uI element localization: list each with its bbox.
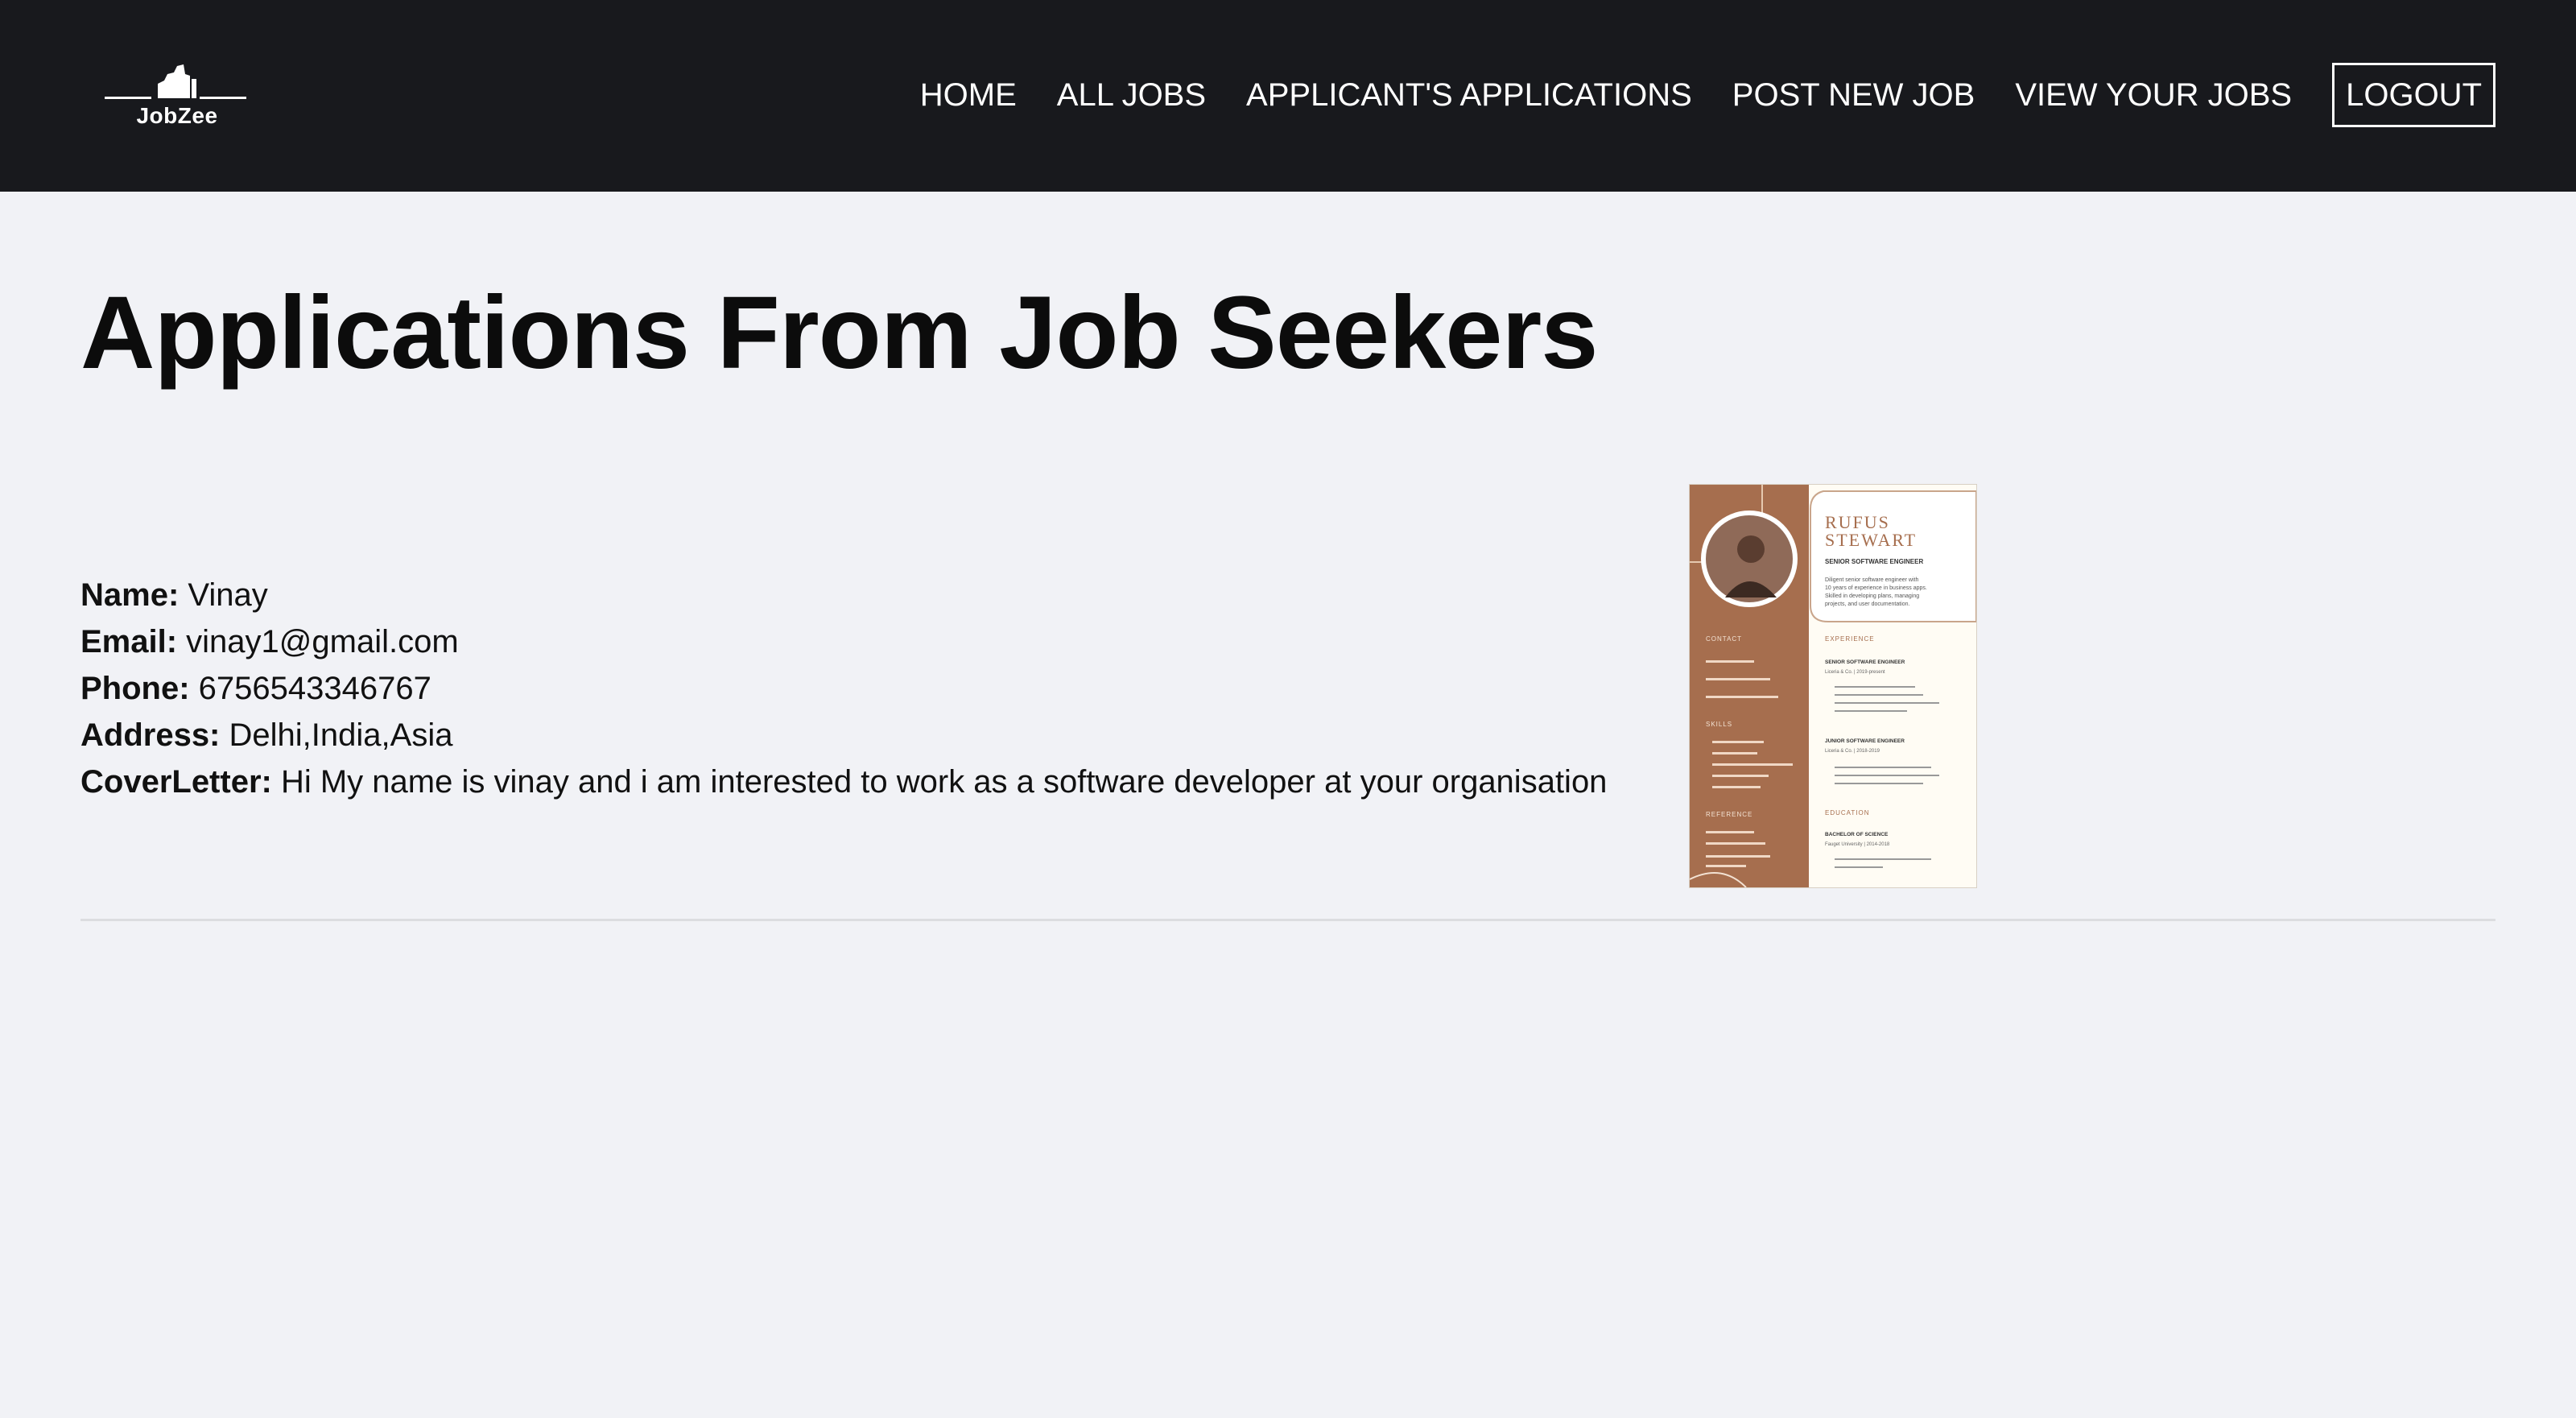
logout-button[interactable]: LOGOUT [2332,63,2496,127]
logo-text: JobZee [136,103,218,128]
resume-summary-4: projects, and user documentation. [1825,602,1910,607]
email-label: Email: [80,624,178,659]
application-card: Name: Vinay Email: vinay1@gmail.com Phon… [80,483,2496,921]
address-label: Address: [80,717,221,753]
logo-icon [105,64,246,99]
resume-summary-2: 10 years of experience in business apps. [1825,585,1927,591]
main-nav: HOME ALL JOBS APPLICANT'S APPLICATIONS P… [880,63,2496,127]
jobzee-logo[interactable]: JobZee [105,63,250,132]
resume-contact-heading: CONTACT [1706,635,1742,643]
resume-job1-title: SENIOR SOFTWARE ENGINEER [1825,659,1905,665]
resume-job1-meta: Liceria & Co. | 2019-present [1825,670,1885,675]
divider [80,919,2496,921]
name-value: Vinay [188,577,268,613]
resume-education-heading: EDUCATION [1825,809,1870,816]
resume-school: Fauget University | 2014-2018 [1825,842,1890,847]
nav-view-your-jobs[interactable]: VIEW YOUR JOBS [2015,77,2292,114]
nav-applicants-applications[interactable]: APPLICANT'S APPLICATIONS [1246,77,1692,114]
cover-letter-value: Hi My name is vinay and i am interested … [280,764,1608,800]
name-label: Name: [80,577,180,613]
phone-label: Phone: [80,671,190,706]
resume-experience-heading: EXPERIENCE [1825,635,1875,643]
resume-role: SENIOR SOFTWARE ENGINEER [1825,558,1923,565]
resume-name-line2: STEWART [1825,530,1917,550]
detail-name: Name: Vinay [80,572,1607,618]
phone-value: 6756543346767 [198,671,431,706]
detail-cover-letter: CoverLetter: Hi My name is vinay and i a… [80,759,1607,805]
detail-email: Email: vinay1@gmail.com [80,618,1607,665]
resume-image[interactable]: RUFUS STEWART SENIOR SOFTWARE ENGINEER D… [1690,485,1976,887]
address-value: Delhi,India,Asia [229,717,453,753]
resume-job2-meta: Liceria & Co. | 2018-2019 [1825,749,1880,754]
cover-letter-label: CoverLetter: [80,764,272,800]
email-value: vinay1@gmail.com [186,624,459,659]
resume-job2-title: JUNIOR SOFTWARE ENGINEER [1825,738,1905,744]
page-title: Applications From Job Seekers [80,275,1598,391]
detail-address: Address: Delhi,India,Asia [80,712,1607,759]
nav-post-new-job[interactable]: POST NEW JOB [1732,77,1975,114]
resume-summary-3: Skilled in developing plans, managing [1825,593,1919,599]
resume-skills-heading: SKILLS [1706,721,1732,728]
resume-thumbnail: RUFUS STEWART SENIOR SOFTWARE ENGINEER D… [1690,485,1976,887]
resume-summary-1: Diligent senior software engineer with [1825,577,1918,583]
detail-phone: Phone: 6756543346767 [80,665,1607,712]
applicant-details: Name: Vinay Email: vinay1@gmail.com Phon… [80,572,1607,805]
nav-home[interactable]: HOME [920,77,1017,114]
resume-reference-heading: REFERENCE [1706,811,1752,818]
nav-all-jobs[interactable]: ALL JOBS [1057,77,1206,114]
top-navbar: JobZee HOME ALL JOBS APPLICANT'S APPLICA… [0,0,2576,192]
resume-degree: BACHELOR OF SCIENCE [1825,832,1889,837]
